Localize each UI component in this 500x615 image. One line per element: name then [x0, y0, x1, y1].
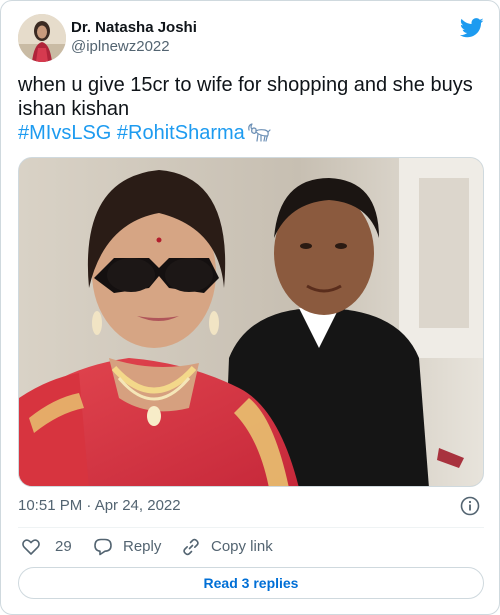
copy-link-label: Copy link [211, 538, 273, 555]
reply-icon [94, 538, 112, 556]
read-replies-button[interactable]: Read 3 replies [18, 567, 484, 599]
tweet-actions: 29 Reply Copy link [18, 535, 484, 559]
like-count: 29 [55, 538, 72, 555]
copy-link-button[interactable]: Copy link [181, 535, 273, 559]
tweet-hashtags[interactable]: #MIvsLSG #RohitSharma [18, 122, 245, 144]
tweet-text: when u give 15cr to wife for shopping an… [18, 73, 484, 145]
author-handle[interactable]: @iplnewz2022 [71, 37, 197, 57]
author-names: Dr. Natasha Joshi @iplnewz2022 [71, 19, 197, 57]
divider [18, 527, 484, 528]
tweet-meta: 10:51 PM · Apr 24, 2022 [18, 496, 484, 516]
author-display-name[interactable]: Dr. Natasha Joshi [71, 19, 197, 37]
tweet-body-text: when u give 15cr to wife for shopping an… [18, 74, 473, 120]
tweet-photo[interactable] [18, 157, 484, 487]
tweet-header: Dr. Natasha Joshi @iplnewz2022 [18, 14, 484, 62]
tweet-timestamp[interactable]: 10:51 PM · Apr 24, 2022 [18, 497, 181, 514]
tweet-card: Dr. Natasha Joshi @iplnewz2022 when u gi… [0, 0, 500, 615]
link-icon [183, 538, 199, 556]
like-button[interactable]: 29 [21, 535, 72, 559]
twitter-bird-icon[interactable] [460, 18, 484, 38]
goat-emoji-icon [247, 123, 271, 142]
reply-button[interactable]: Reply [93, 535, 161, 559]
heart-icon [22, 539, 40, 555]
reply-label: Reply [123, 538, 162, 555]
author-avatar[interactable] [18, 14, 66, 62]
info-icon[interactable] [460, 496, 480, 516]
